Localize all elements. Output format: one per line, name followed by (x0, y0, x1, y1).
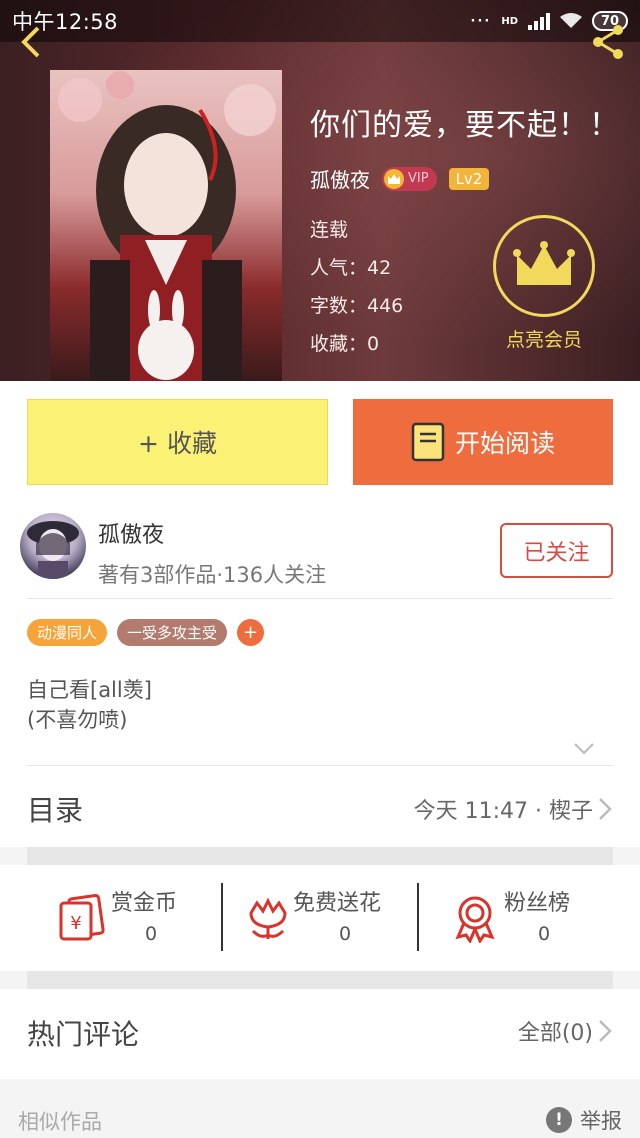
start-reading-button[interactable]: 开始阅读 (353, 399, 613, 485)
divider (417, 883, 419, 951)
description-line: (不喜勿喷) (27, 708, 128, 732)
signal-icon (528, 12, 550, 30)
hot-comments-row[interactable]: 热门评论 全部(0) (0, 989, 640, 1079)
action-bar: + 收藏 开始阅读 (0, 381, 640, 491)
book-author-row: 孤傲夜 VIP Lv2 (310, 164, 620, 193)
catalog-latest-chapter: 今天 11:47 · 楔子 (413, 799, 593, 824)
all-comments-link[interactable]: 全部(0) (518, 1015, 593, 1047)
hd-label: HD (501, 15, 518, 27)
start-reading-label: 开始阅读 (454, 429, 555, 458)
share-icon (593, 25, 623, 59)
tags-description-section: 动漫同人 一受多攻主受 + 自己看[all羡] (不喜勿喷) (0, 599, 640, 769)
divider (221, 883, 223, 951)
reward-label: 粉丝榜 (504, 891, 571, 916)
report-button[interactable]: ! 举报 (546, 1105, 622, 1135)
crown-icon (513, 241, 575, 285)
book-header: 中午12:58 ··· HD 70 你们的爱，要不起！！ 孤傲夜 VIP Lv2… (0, 0, 640, 381)
author-card: 孤傲夜 著有3部作品·136人关注 已关注 (0, 491, 640, 599)
vip-label: VIP (408, 171, 429, 186)
follow-button[interactable]: 已关注 (500, 523, 613, 578)
book-cover-image (50, 70, 282, 381)
exclamation-icon: ! (546, 1107, 572, 1133)
expand-description-button[interactable] (573, 741, 595, 760)
book-author[interactable]: 孤傲夜 (310, 164, 370, 193)
book-title: 你们的爱，要不起！！ (310, 108, 620, 143)
collect-button[interactable]: + 收藏 (27, 399, 328, 485)
tag-list: 动漫同人 一受多攻主受 + (27, 619, 265, 646)
red-envelope-icon: ¥ (59, 893, 105, 941)
level-badge: Lv2 (448, 167, 490, 190)
reward-label: 免费送花 (293, 891, 382, 916)
divider (27, 765, 613, 766)
hot-comments-title: 热门评论 (27, 1018, 140, 1051)
notification-dots-icon: ··· (470, 13, 492, 29)
medal-icon (455, 896, 495, 943)
back-arrow-icon (21, 26, 40, 58)
reward-coins-button[interactable]: ¥ 赏金币 0 (57, 883, 247, 953)
catalog-title: 目录 (27, 794, 84, 827)
book-icon (411, 422, 445, 462)
author-stats: 著有3部作品·136人关注 (98, 563, 327, 587)
description-line: 自己看[all羡] (27, 678, 152, 702)
chevron-down-icon (574, 743, 594, 755)
tag-item[interactable]: 动漫同人 (27, 619, 108, 646)
vip-crown-circle (493, 215, 595, 317)
crown-icon (384, 168, 404, 189)
add-tag-button[interactable]: + (237, 619, 265, 646)
flower-icon (249, 897, 287, 939)
reward-value: 0 (538, 923, 551, 945)
vip-member-label: 点亮会员 (505, 329, 582, 351)
wifi-icon (560, 13, 582, 29)
back-button[interactable] (14, 22, 48, 62)
footer-bar: 相似作品 ! 举报 (0, 1079, 640, 1138)
catalog-row[interactable]: 目录 今天 11:47 · 楔子 (0, 769, 640, 847)
section-separator (27, 971, 613, 989)
reward-value: 0 (339, 923, 352, 945)
chevron-right-icon (599, 798, 612, 820)
status-bar: 中午12:58 ··· HD 70 (0, 0, 640, 42)
similar-works-title: 相似作品 (18, 1110, 102, 1134)
reward-value: 0 (145, 923, 158, 945)
reward-fans-button[interactable]: 粉丝榜 0 (450, 883, 640, 953)
reward-label: 赏金币 (111, 891, 178, 916)
tag-item[interactable]: 一受多攻主受 (117, 619, 228, 646)
section-separator (27, 847, 613, 865)
reward-flower-button[interactable]: 免费送花 0 (243, 883, 433, 953)
vip-badge: VIP (382, 166, 437, 191)
share-button[interactable] (586, 22, 630, 62)
report-label: 举报 (580, 1109, 622, 1133)
vip-member-button[interactable]: 点亮会员 (490, 215, 598, 352)
chevron-right-icon (599, 1020, 612, 1042)
avatar[interactable] (20, 513, 86, 579)
book-description: 自己看[all羡] (不喜勿喷) (27, 675, 152, 735)
svg-text:¥: ¥ (70, 913, 81, 934)
author-name[interactable]: 孤傲夜 (98, 517, 164, 549)
rewards-section: ¥ 赏金币 0 免费送花 0 粉丝榜 0 (0, 865, 640, 971)
